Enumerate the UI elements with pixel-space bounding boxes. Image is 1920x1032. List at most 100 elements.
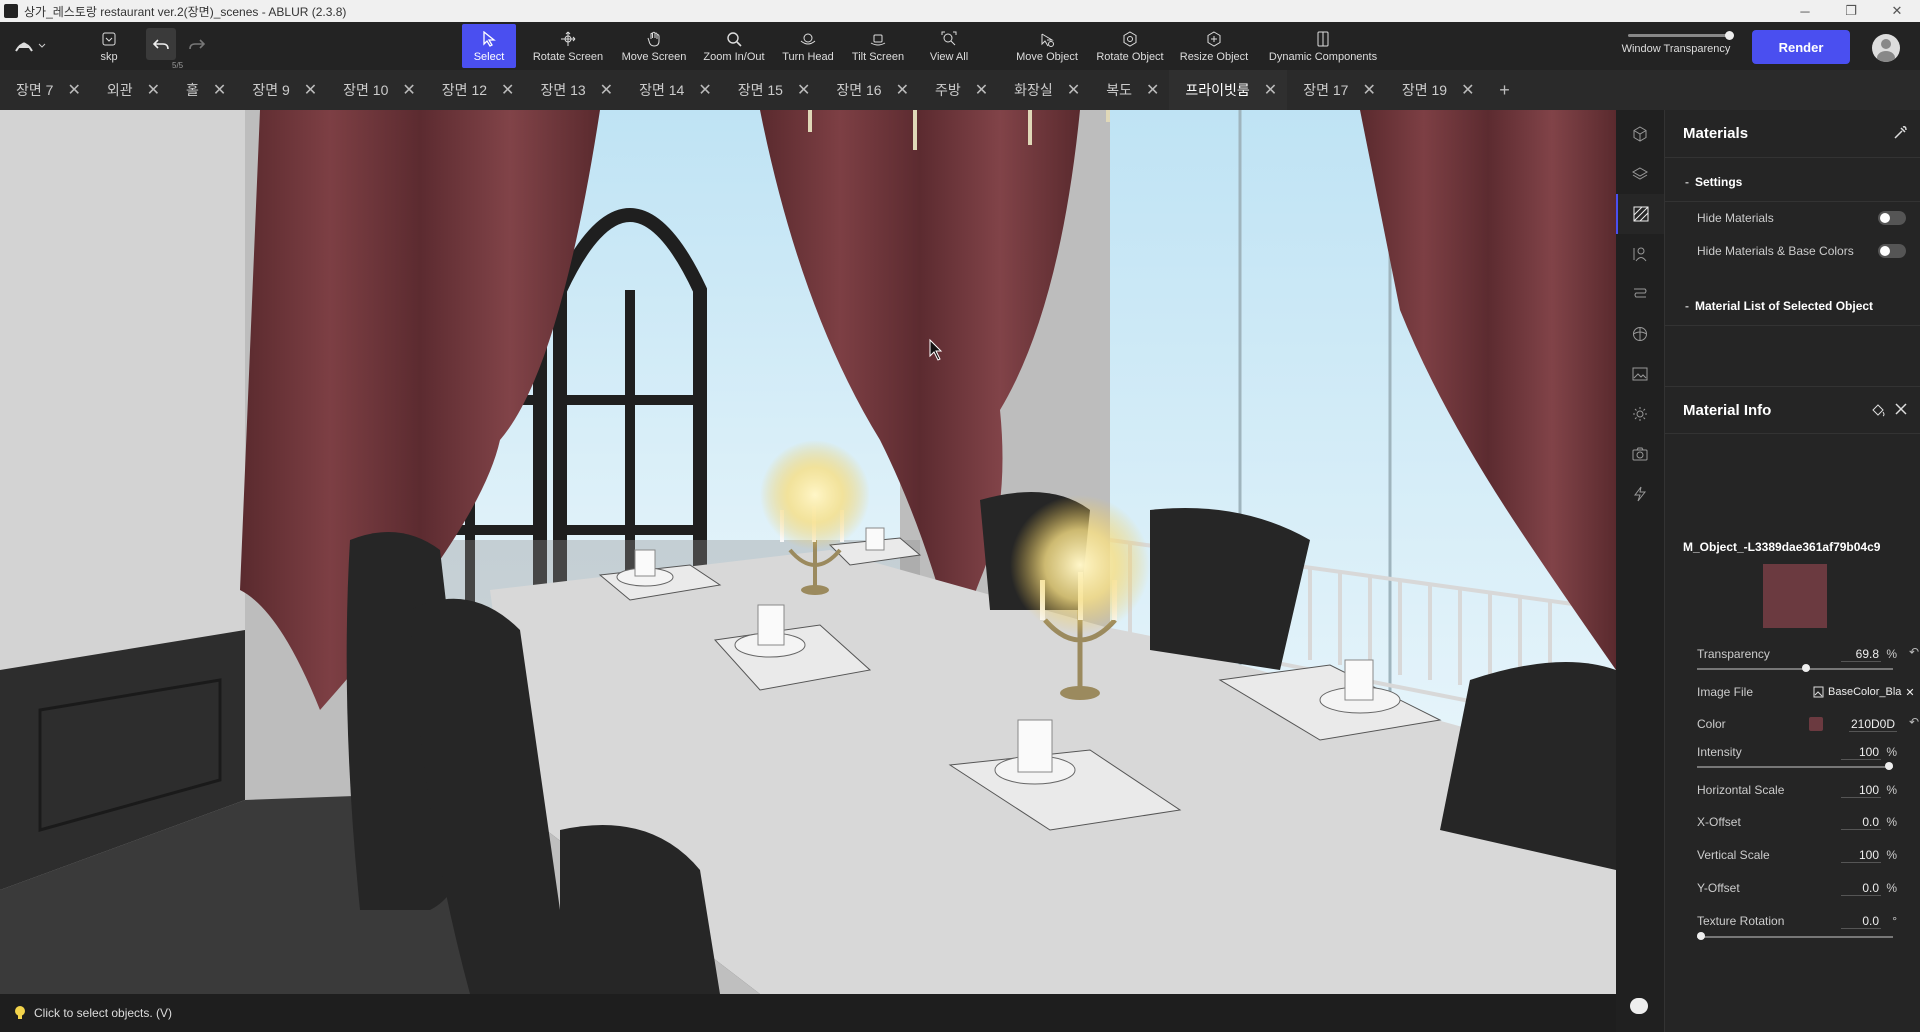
close-tab-icon[interactable]: ✕ [402,80,415,100]
undo-button[interactable] [146,28,176,60]
material-swatch[interactable] [1763,564,1827,628]
close-window-button[interactable]: ✕ [1874,0,1920,22]
strip-environment-button[interactable] [1616,314,1664,354]
scene-tab-label: 장면 17 [1303,82,1349,98]
scene-tab[interactable]: 장면 14 ✕ [623,70,722,110]
y-offset-value[interactable]: 0.0 [1841,881,1881,896]
tool-turn-head[interactable]: Turn Head [780,24,836,68]
scene-tab[interactable]: 장면 17 ✕ [1287,70,1386,110]
remove-file-icon[interactable]: ✕ [1905,686,1914,699]
hide-materials-toggle[interactable] [1878,211,1906,225]
texture-rotation-slider[interactable] [1697,932,1893,940]
transparency-value[interactable]: 69.8 [1841,647,1881,662]
tool-zoom[interactable]: Zoom In/Out [700,24,768,68]
window-transparency-control: Window Transparency [1620,28,1734,68]
reset-icon[interactable]: ↶ [1909,645,1919,659]
minimize-button[interactable]: ─ [1782,0,1828,22]
chat-icon[interactable] [1630,998,1648,1014]
scene-tab[interactable]: 장면 7 ✕ [0,70,91,110]
intensity-value[interactable]: 100 [1841,745,1881,760]
close-tab-icon[interactable]: ✕ [67,80,80,100]
tool-view-all[interactable]: View All [924,24,974,68]
tool-tilt-screen[interactable]: Tilt Screen [848,24,908,68]
scene-tab[interactable]: 장면 12 ✕ [426,70,525,110]
tool-move-screen[interactable]: Move Screen [618,24,690,68]
percent-unit: % [1886,815,1897,829]
intensity-slider[interactable] [1697,762,1893,770]
strip-layers-button[interactable] [1616,154,1664,194]
close-tab-icon[interactable]: ✕ [1362,80,1375,100]
tool-move-object[interactable]: Move Object [1012,24,1082,68]
strip-materials-button[interactable] [1616,194,1664,234]
strip-path-button[interactable] [1616,274,1664,314]
maximize-button[interactable]: ❐ [1828,0,1874,22]
strip-image-button[interactable] [1616,354,1664,394]
slider-knob[interactable] [1725,31,1734,40]
strip-people-button[interactable] [1616,234,1664,274]
strip-camera-button[interactable] [1616,434,1664,474]
user-avatar[interactable] [1872,34,1900,62]
horizontal-scale-value[interactable]: 100 [1841,783,1881,798]
transparency-slider[interactable] [1697,664,1893,672]
strip-effects-button[interactable] [1616,474,1664,514]
vertical-scale-value[interactable]: 100 [1841,848,1881,863]
color-chip[interactable] [1809,717,1823,731]
scene-tab[interactable]: 장면 19 ✕ [1386,70,1485,110]
paint-bucket-icon[interactable] [1871,403,1885,417]
image-file-pill[interactable]: BaseColor_Bla ✕ [1813,683,1917,701]
add-tab-button[interactable]: + [1484,80,1524,101]
scene-tab[interactable]: 장면 9 ✕ [236,70,327,110]
scene-tab[interactable]: 화장실 ✕ [998,70,1090,110]
close-tab-icon[interactable]: ✕ [797,80,810,100]
close-tab-icon[interactable]: ✕ [698,80,711,100]
slider-knob[interactable] [1802,664,1811,672]
viewport-3d[interactable] [0,110,1616,994]
close-tab-icon[interactable]: ✕ [975,80,988,100]
horizontal-scale-label: Horizontal Scale [1697,783,1785,797]
scene-tab[interactable]: 장면 13 ✕ [524,70,623,110]
scene-tab[interactable]: 프라이빗룸 ✕ [1169,70,1288,110]
close-tab-icon[interactable]: ✕ [213,80,226,100]
close-tab-icon[interactable]: ✕ [304,80,317,100]
intensity-label: Intensity [1697,745,1742,759]
close-tab-icon[interactable]: ✕ [1067,80,1080,100]
close-tab-icon[interactable]: ✕ [1461,80,1474,100]
close-tab-icon[interactable]: ✕ [600,80,613,100]
scene-tab[interactable]: 복도 ✕ [1090,70,1169,110]
materials-icon [1633,206,1649,222]
tool-rotate-screen[interactable]: Rotate Screen [528,24,608,68]
close-tab-icon[interactable]: ✕ [501,80,514,100]
texture-rotation-value[interactable]: 0.0 [1841,914,1881,929]
reset-icon[interactable]: ↶ [1909,715,1919,729]
color-hex-value[interactable]: 210D0D [1848,717,1897,732]
app-menu-button[interactable] [14,36,46,56]
close-tab-icon[interactable]: ✕ [896,80,909,100]
scene-tab[interactable]: 외관 ✕ [91,70,170,110]
scene-tab[interactable]: 홀 ✕ [170,70,236,110]
save-skp-button[interactable]: skp [92,24,126,68]
close-tab-icon[interactable]: ✕ [147,80,160,100]
tool-select[interactable]: Select [462,24,516,68]
scene-tab[interactable]: 장면 16 ✕ [820,70,919,110]
tool-resize-object[interactable]: Resize Object [1178,24,1250,68]
settings-section[interactable]: - Settings [1665,162,1920,202]
tool-rotate-object[interactable]: Rotate Object [1092,24,1168,68]
material-list-section[interactable]: - Material List of Selected Object [1665,286,1920,326]
x-offset-value[interactable]: 0.0 [1841,815,1881,830]
render-button[interactable]: Render [1752,30,1850,64]
scene-tab[interactable]: 주방 ✕ [919,70,998,110]
slider-knob[interactable] [1697,932,1705,940]
scene-tab[interactable]: 장면 15 ✕ [722,70,821,110]
window-transparency-slider[interactable] [1628,31,1734,40]
eyedropper-icon[interactable] [1893,126,1907,140]
close-icon[interactable] [1895,403,1907,415]
tool-dynamic-components[interactable]: Dynamic Components [1264,24,1382,68]
strip-objects-button[interactable] [1616,114,1664,154]
hide-base-colors-toggle[interactable] [1878,244,1906,258]
strip-lighting-button[interactable] [1616,394,1664,434]
scene-tab[interactable]: 장면 10 ✕ [327,70,426,110]
slider-knob[interactable] [1885,762,1893,770]
close-tab-icon[interactable]: ✕ [1146,80,1159,100]
redo-button[interactable] [182,28,212,60]
close-tab-icon[interactable]: ✕ [1264,80,1277,100]
